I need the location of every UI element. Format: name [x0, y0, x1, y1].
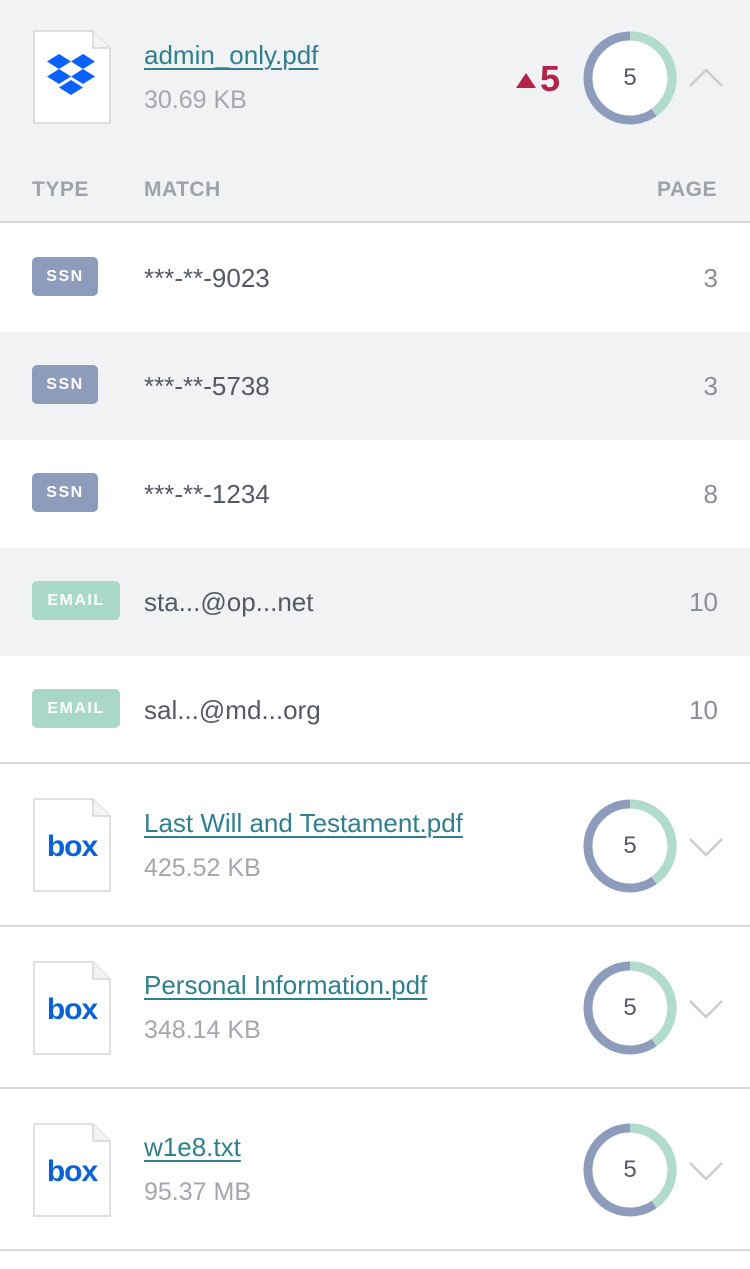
risk-score-donut: 5	[582, 798, 678, 894]
page-number: 3	[703, 263, 718, 293]
type-badge-ssn: SSN	[32, 473, 98, 512]
file-name-link[interactable]: admin_only.pdf	[144, 40, 318, 71]
alert-triangle-icon	[516, 72, 536, 88]
risk-score-value: 5	[623, 832, 637, 859]
box-icon: box	[47, 1155, 100, 1188]
match-value: sal...@md...org	[144, 695, 321, 725]
file-row-personal-information[interactable]: box Personal Information.pdf 348.14 KB 5	[0, 927, 750, 1089]
table-row: SSN ***-**-1234 8	[0, 440, 750, 548]
file-icon	[33, 30, 111, 124]
box-icon: box	[47, 830, 100, 863]
file-icon: box	[33, 798, 111, 892]
file-name-link[interactable]: w1e8.txt	[144, 1132, 241, 1163]
type-badge-email: EMAIL	[32, 581, 120, 620]
page-number: 10	[689, 695, 718, 725]
risk-score-donut: 5	[582, 1122, 678, 1218]
file-size: 95.37 MB	[144, 1178, 252, 1206]
file-row-w1e8[interactable]: box w1e8.txt 95.37 MB 5	[0, 1089, 750, 1251]
type-badge-email: EMAIL	[32, 689, 120, 728]
file-name-link[interactable]: Personal Information.pdf	[144, 970, 427, 1001]
alert-count-value: 5	[540, 58, 561, 99]
column-header-page: PAGE	[657, 178, 717, 201]
chevron-down-icon[interactable]	[688, 1160, 724, 1182]
file-icon: box	[33, 1123, 111, 1217]
risk-score-value: 5	[623, 1156, 637, 1183]
box-icon: box	[47, 993, 100, 1026]
file-size: 425.52 KB	[144, 854, 261, 882]
match-value: ***-**-5738	[144, 371, 270, 401]
column-header-type: TYPE	[32, 178, 89, 201]
alert-count: 5	[516, 58, 560, 100]
chevron-down-icon[interactable]	[688, 836, 724, 858]
svg-text:box: box	[47, 830, 99, 863]
chevron-up-icon[interactable]	[688, 66, 724, 88]
risk-score-donut: 5	[582, 30, 678, 126]
file-size: 348.14 KB	[144, 1016, 261, 1044]
risk-score-value: 5	[623, 64, 637, 91]
divider	[0, 221, 750, 223]
match-value: sta...@op...net	[144, 587, 314, 617]
file-name-link[interactable]: Last Will and Testament.pdf	[144, 808, 463, 839]
match-value: ***-**-1234	[144, 479, 270, 509]
match-value: ***-**-9023	[144, 263, 270, 293]
divider	[0, 1249, 750, 1251]
table-row: SSN ***-**-9023 3	[0, 224, 750, 332]
risk-score-value: 5	[623, 994, 637, 1021]
svg-text:box: box	[47, 993, 99, 1026]
file-icon: box	[33, 961, 111, 1055]
column-header-match: MATCH	[144, 178, 221, 201]
table-row: SSN ***-**-5738 3	[0, 332, 750, 440]
table-row: EMAIL sal...@md...org 10	[0, 656, 750, 764]
chevron-down-icon[interactable]	[688, 998, 724, 1020]
table-row: EMAIL sta...@op...net 10	[0, 548, 750, 656]
dropbox-icon	[47, 54, 95, 95]
file-row-last-will[interactable]: box Last Will and Testament.pdf 425.52 K…	[0, 764, 750, 926]
risk-score-donut: 5	[582, 960, 678, 1056]
type-badge-ssn: SSN	[32, 365, 98, 404]
svg-text:box: box	[47, 1155, 99, 1188]
file-size: 30.69 KB	[144, 86, 247, 114]
page-number: 10	[689, 587, 718, 617]
file-row-admin-only[interactable]: admin_only.pdf 30.69 KB 5 5 TYPE MATCH P…	[0, 0, 750, 222]
type-badge-ssn: SSN	[32, 257, 98, 296]
page-number: 8	[703, 479, 718, 509]
page-number: 3	[703, 371, 718, 401]
